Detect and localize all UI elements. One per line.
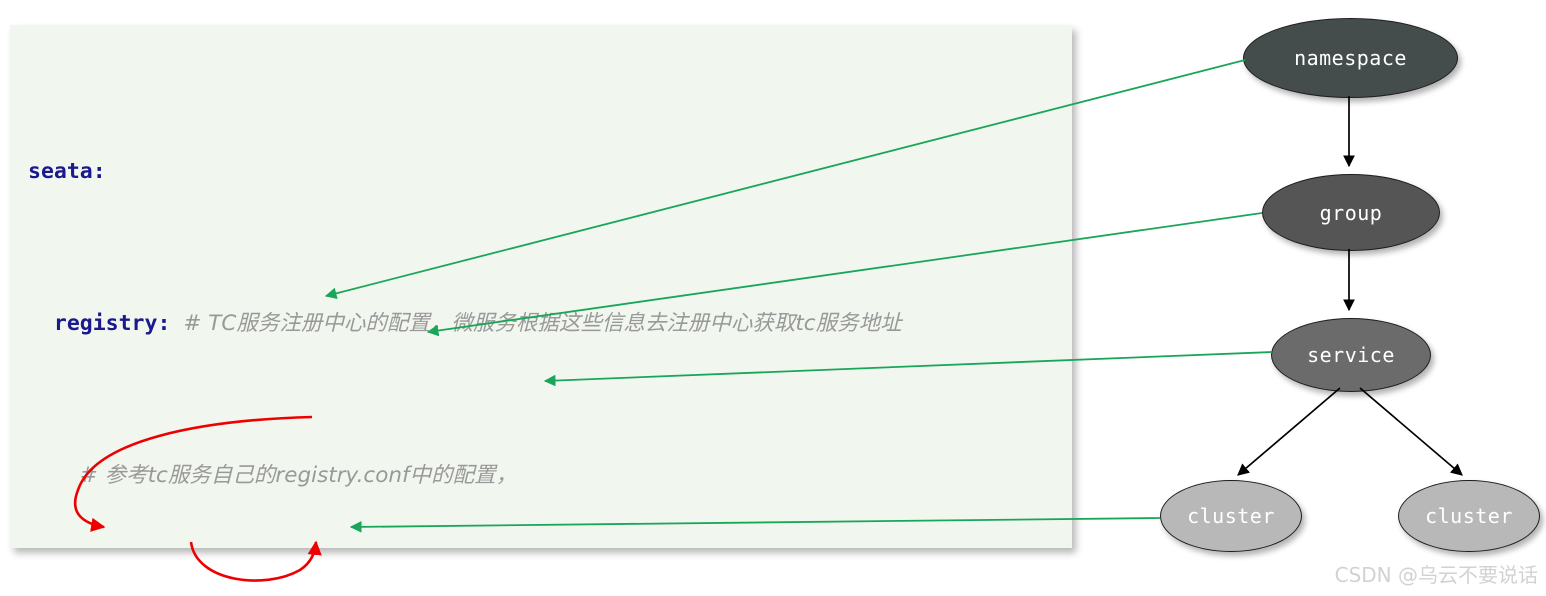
- graph-edge-service-to-cluster-left: [1237, 387, 1341, 476]
- comment-registry: # TC服务注册中心的配置，微服务根据这些信息去注册中心获取tc服务地址: [183, 311, 902, 336]
- graph-node-group-label: group: [1319, 200, 1383, 225]
- code-line-seata: seata:: [28, 153, 902, 191]
- graph-node-cluster-right: cluster: [1398, 480, 1540, 552]
- yaml-code-block: seata: registry: # TC服务注册中心的配置，微服务根据这些信息…: [10, 25, 1072, 548]
- colon: :: [92, 159, 106, 184]
- comment-line-1: # 参考tc服务自己的registry.conf中的配置，: [79, 463, 518, 488]
- code-line-registry: registry: # TC服务注册中心的配置，微服务根据这些信息去注册中心获取…: [28, 305, 902, 343]
- graph-node-cluster-left: cluster: [1160, 480, 1302, 552]
- key-registry: registry: [53, 311, 158, 336]
- colon: :: [157, 311, 171, 336]
- graph-node-namespace: namespace: [1243, 18, 1458, 98]
- yaml-code-lines: seata: registry: # TC服务注册中心的配置，微服务根据这些信息…: [10, 25, 902, 548]
- graph-node-cluster-left-label: cluster: [1187, 504, 1275, 528]
- graph-node-service: service: [1271, 318, 1431, 392]
- graph-node-namespace-label: namespace: [1294, 46, 1407, 70]
- key-seata: seata: [28, 159, 93, 184]
- graph-node-cluster-right-label: cluster: [1425, 504, 1513, 528]
- graph-node-group: group: [1262, 174, 1440, 251]
- graph-edge-service-to-cluster-right: [1359, 387, 1463, 476]
- csdn-watermark: CSDN @乌云不要说话: [1334, 563, 1538, 587]
- graph-node-service-label: service: [1307, 343, 1395, 367]
- code-line-comment-1: # 参考tc服务自己的registry.conf中的配置，: [28, 457, 902, 495]
